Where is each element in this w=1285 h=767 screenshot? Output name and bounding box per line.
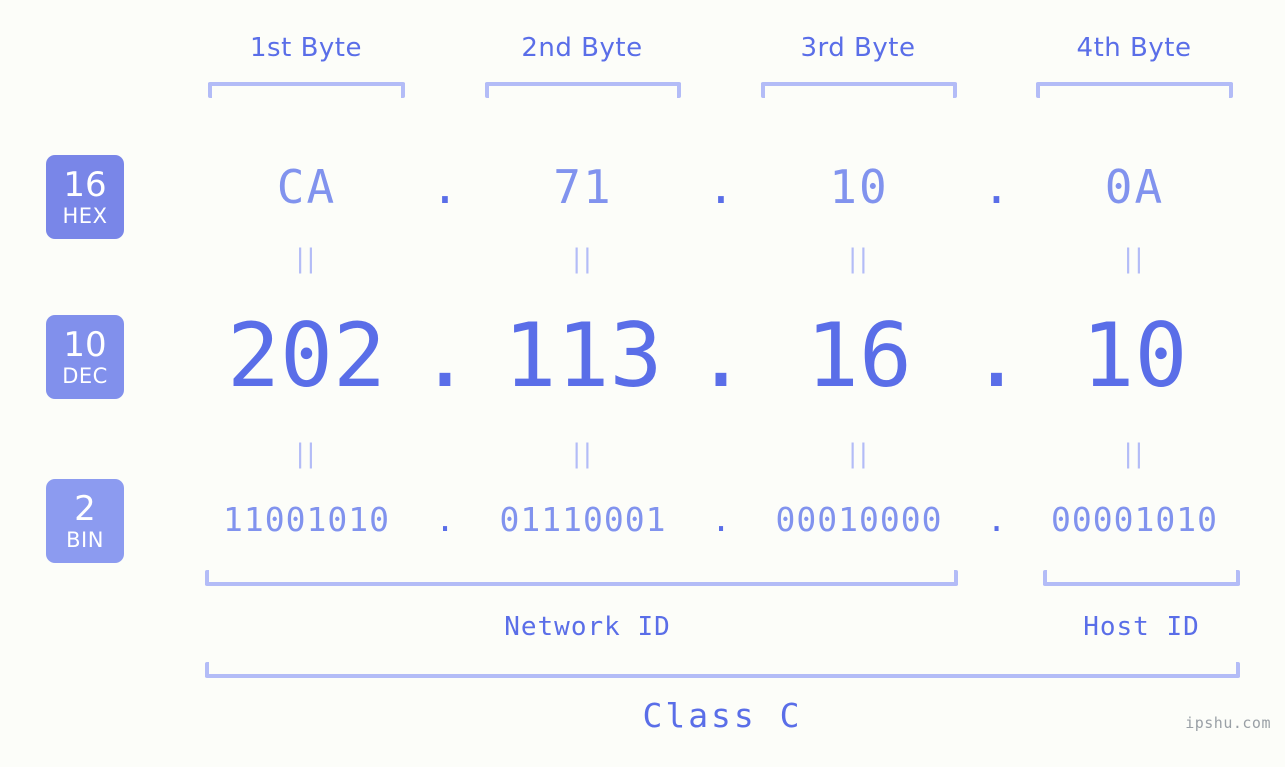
network-id-label: Network ID xyxy=(504,612,671,642)
base-badge-bin-abbr: BIN xyxy=(66,527,104,552)
decimal-value-row: 202 . 113 . 16 . 10 xyxy=(160,300,1270,410)
hex-byte-2: 71 xyxy=(553,160,613,214)
hex-byte-1: CA xyxy=(276,160,337,214)
bin-byte-4: 00001010 xyxy=(1051,499,1218,539)
hex-byte-3: 10 xyxy=(829,160,889,214)
dec-separator-2: . xyxy=(694,303,748,407)
host-id-bracket xyxy=(1043,570,1240,586)
bin-separator-3: . xyxy=(986,499,1007,539)
network-id-bracket xyxy=(205,570,958,586)
base-badge-bin-number: 2 xyxy=(74,488,96,529)
equals-marker-3: || xyxy=(848,244,870,274)
bin-separator-2: . xyxy=(711,499,731,539)
equals-markers-hex-dec: || || || || xyxy=(160,246,1270,272)
equals-marker-8: || xyxy=(1123,439,1146,469)
equals-marker-4: || xyxy=(1123,244,1146,274)
base-badge-hex-abbr: HEX xyxy=(62,203,108,228)
byte-bracket-3 xyxy=(761,82,957,98)
equals-marker-6: || xyxy=(572,439,594,469)
dec-byte-4: 10 xyxy=(1081,303,1188,407)
binary-value-row: 11001010 . 01110001 . 00010000 . 0000101… xyxy=(160,494,1270,544)
byte-header-3: 3rd Byte xyxy=(800,33,916,63)
hex-byte-4: 0A xyxy=(1104,160,1165,214)
class-label: Class C xyxy=(642,696,803,735)
bin-byte-2: 01110001 xyxy=(499,499,667,539)
base-badge-dec: 10 DEC xyxy=(46,315,124,399)
hex-separator-1: . xyxy=(431,160,459,214)
equals-marker-5: || xyxy=(295,439,318,469)
dec-separator-3: . xyxy=(970,303,1023,407)
equals-marker-2: || xyxy=(572,244,594,274)
base-badge-hex-number: 16 xyxy=(63,164,107,205)
dec-byte-1: 202 xyxy=(227,303,386,407)
hex-separator-3: . xyxy=(982,160,1011,214)
class-bracket xyxy=(205,662,1240,678)
bin-separator-1: . xyxy=(435,499,455,539)
hex-separator-2: . xyxy=(707,160,735,214)
byte-bracket-4 xyxy=(1036,82,1233,98)
bin-byte-1: 11001010 xyxy=(223,499,390,539)
equals-markers-dec-bin: || || || || xyxy=(160,441,1270,467)
equals-marker-7: || xyxy=(848,439,870,469)
base-badge-dec-abbr: DEC xyxy=(62,363,108,388)
byte-header-4: 4th Byte xyxy=(1076,33,1192,63)
host-id-label: Host ID xyxy=(1083,612,1200,642)
dec-byte-2: 113 xyxy=(503,303,663,407)
equals-marker-1: || xyxy=(295,244,318,274)
base-badge-dec-number: 10 xyxy=(63,324,107,365)
base-badge-bin: 2 BIN xyxy=(46,479,124,563)
dec-byte-3: 16 xyxy=(806,303,912,407)
site-watermark: ipshu.com xyxy=(1185,714,1271,732)
ip-address-breakdown-diagram: 1st Byte 2nd Byte 3rd Byte 4th Byte 16 H… xyxy=(0,0,1285,767)
byte-header-2: 2nd Byte xyxy=(521,33,643,63)
bin-byte-3: 00010000 xyxy=(775,499,943,539)
byte-header-1: 1st Byte xyxy=(250,33,362,63)
byte-bracket-1 xyxy=(208,82,405,98)
hex-value-row: CA . 71 . 10 . 0A xyxy=(160,152,1270,222)
base-badge-hex: 16 HEX xyxy=(46,155,124,239)
byte-bracket-2 xyxy=(485,82,681,98)
dec-separator-1: . xyxy=(418,303,472,407)
